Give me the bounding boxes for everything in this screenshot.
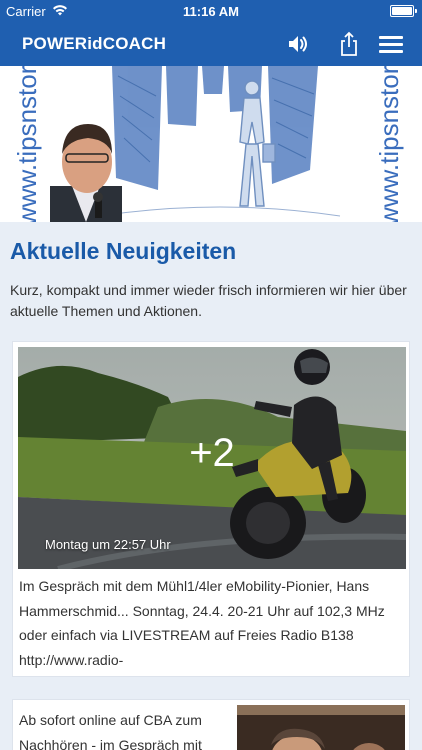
nav-bar: POWERidCOACH <box>0 22 422 66</box>
app-title: POWERidCOACH <box>22 34 167 53</box>
header-banner: www.tipsnstories.com www.tipsnstories.co… <box>0 66 422 222</box>
news-post[interactable]: +2 Montag um 22:57 Uhr Im Gespräch mit d… <box>12 341 410 677</box>
banner-illustration: www.tipsnstories.com www.tipsnstories.co… <box>0 66 422 222</box>
post-thumbnail-image <box>237 705 405 750</box>
wifi-icon <box>53 5 67 16</box>
section-title: Aktuelle Neuigkeiten <box>10 238 237 264</box>
menu-icon <box>379 36 403 53</box>
post-timestamp: Montag um 22:57 Uhr <box>45 537 171 552</box>
share-button[interactable] <box>335 30 363 58</box>
status-bar: Carrier 11:16 AM <box>0 0 422 22</box>
news-post[interactable]: Ab sofort online auf CBA zum Nachhören -… <box>12 699 410 750</box>
speaker-button[interactable] <box>284 30 312 58</box>
banner-watermark-right: www.tipsnstories.com <box>374 66 404 222</box>
post-text: Ab sofort online auf CBA zum Nachhören -… <box>19 712 202 750</box>
section-intro: Kurz, kompakt und immer wieder frisch in… <box>10 282 407 319</box>
speaker-icon <box>289 36 307 52</box>
share-icon <box>341 31 357 56</box>
post-thumbnail[interactable] <box>237 705 405 750</box>
post-text: Im Gespräch mit dem Mühl1/4ler eMobility… <box>19 578 385 668</box>
battery-icon <box>390 5 417 17</box>
banner-watermark-left: www.tipsnstories.com <box>12 66 42 222</box>
photo-count-overlay: +2 <box>189 431 235 475</box>
post-photo-gallery[interactable]: +2 Montag um 22:57 Uhr <box>18 347 406 569</box>
carrier-label: Carrier <box>6 4 46 19</box>
menu-button[interactable] <box>377 30 405 58</box>
